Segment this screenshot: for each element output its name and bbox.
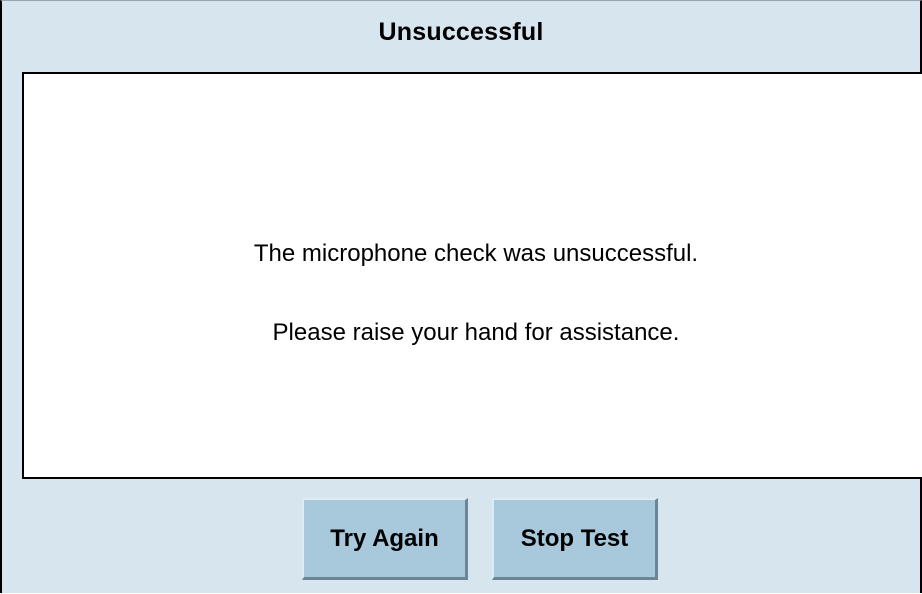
assistance-message-line: Please raise your hand for assistance.: [272, 319, 680, 346]
stop-test-button[interactable]: Stop Test: [492, 498, 658, 580]
error-message-line: The microphone check was unsuccessful.: [253, 240, 699, 267]
message-panel: The microphone check was unsuccessful. P…: [22, 72, 922, 479]
button-bar: Try Again Stop Test: [2, 479, 920, 594]
dialog-title-bar: Unsuccessful: [2, 1, 920, 73]
dialog-title: Unsuccessful: [378, 17, 544, 46]
try-again-button[interactable]: Try Again: [302, 498, 468, 580]
microphone-check-dialog: Unsuccessful The microphone check was un…: [0, 0, 922, 593]
